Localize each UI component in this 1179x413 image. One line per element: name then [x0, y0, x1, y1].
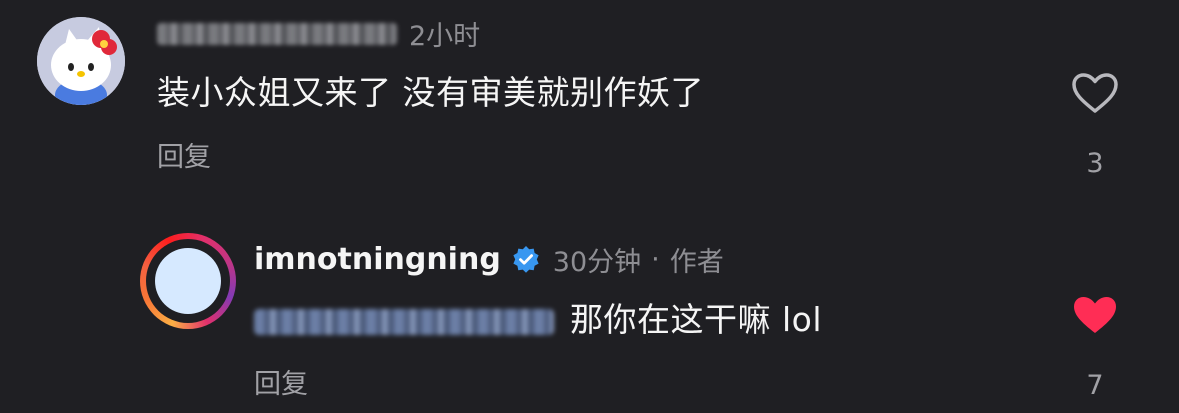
like-button[interactable] — [1071, 294, 1119, 336]
mention-obscured[interactable] — [254, 308, 554, 335]
heart-filled-icon — [1074, 297, 1116, 333]
verified-badge-icon — [511, 245, 541, 275]
author-tag: 作者 — [669, 247, 724, 278]
heart-outline-icon — [1072, 73, 1118, 113]
reply-text: 那你在这干嘛 lol — [570, 300, 823, 339]
reply-username[interactable]: imnotningning — [254, 242, 501, 277]
reply-body: 那你在这干嘛 lol — [254, 293, 822, 341]
reply-button[interactable]: 回复 — [157, 135, 211, 174]
reply-timestamp: 30分钟 — [552, 247, 642, 278]
like-button[interactable] — [1071, 72, 1119, 114]
author-avatar — [155, 248, 221, 314]
author-avatar-ring-gap — [146, 239, 230, 323]
comment-meta: 2小时 — [157, 14, 480, 53]
author-avatar-story-ring[interactable] — [140, 233, 236, 329]
hello-kitty-avatar-image — [37, 17, 125, 105]
like-count: 7 — [1086, 370, 1104, 401]
comment-timestamp: 2小时 — [409, 21, 481, 52]
commenter-avatar[interactable] — [37, 17, 125, 105]
reply-meta: imnotningning 30分钟 · 作者 — [254, 240, 724, 279]
reply-button[interactable]: 回复 — [254, 362, 308, 401]
commenter-username-obscured[interactable] — [157, 22, 397, 45]
comment-body: 装小众姐又来了 没有审美就别作妖了 — [157, 73, 704, 112]
like-count: 3 — [1086, 148, 1104, 179]
meta-separator: · — [651, 244, 660, 275]
